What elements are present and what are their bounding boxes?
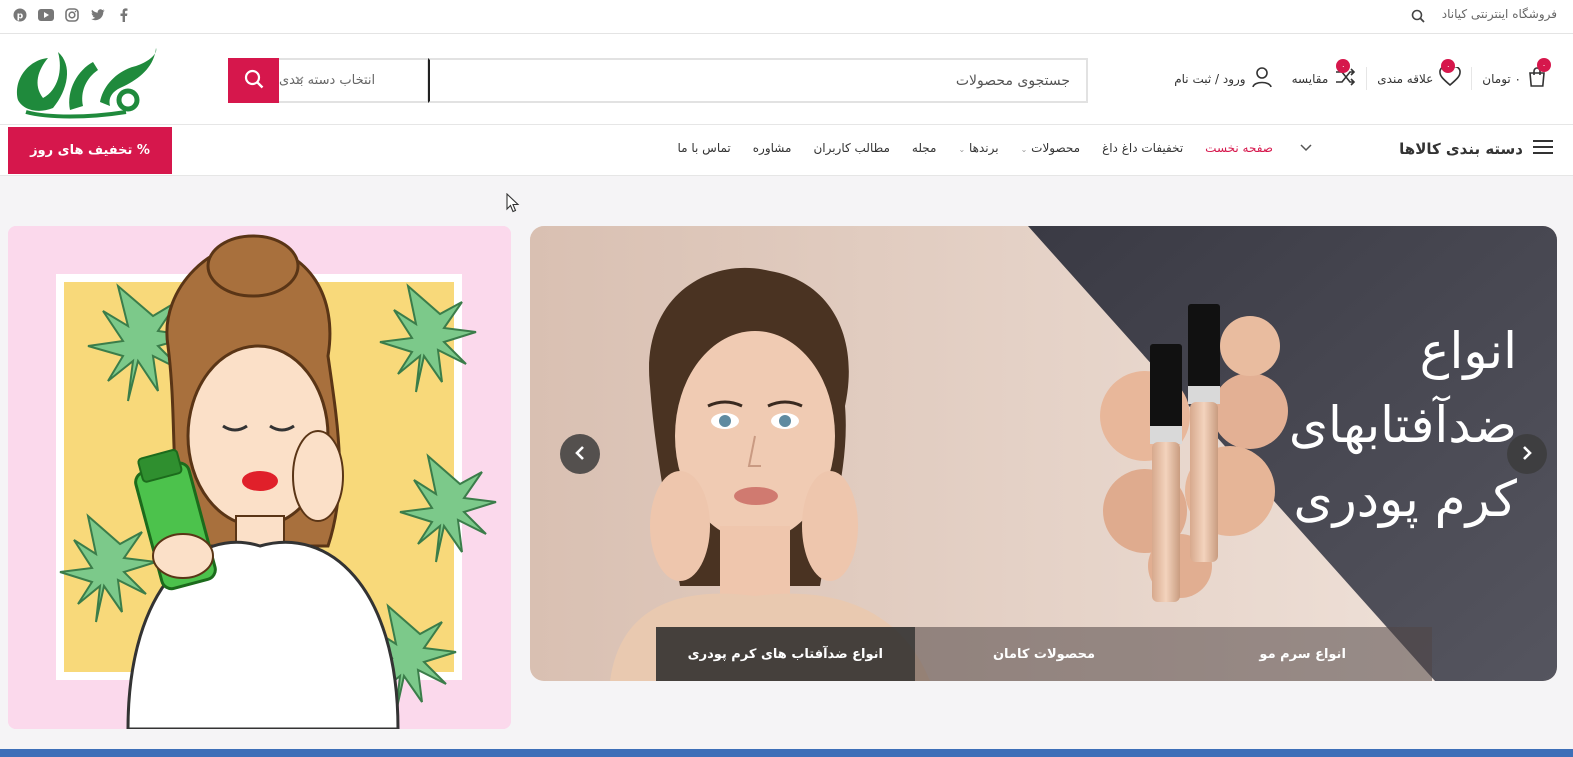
slide-title: انواع ضدآفتابهای کرم پودری — [1287, 314, 1517, 536]
nav-item-consulting[interactable]: مشاوره — [753, 141, 792, 155]
cart-total: ۰ تومان — [1482, 71, 1521, 86]
nav-item-brands-label: برندها — [969, 141, 999, 155]
category-select[interactable]: انتخاب دسته بندی — [279, 58, 428, 103]
chevron-down-icon[interactable] — [1300, 141, 1312, 155]
hamburger-icon — [1533, 139, 1553, 159]
header-actions: ۰ ۰ تومان ۰ علاقه مندی ۰ مقایسه ورود / ث… — [1164, 58, 1557, 91]
user-icon — [1251, 66, 1272, 91]
mouse-cursor-icon — [506, 192, 520, 217]
svg-text:p: p — [17, 12, 24, 22]
compare-icon: ۰ — [1334, 59, 1356, 90]
slider-tab-kaman-products[interactable]: محصولات کامان — [914, 627, 1174, 681]
pinterest-icon[interactable]: p — [12, 7, 28, 23]
chevron-left-icon — [575, 444, 585, 465]
youtube-icon[interactable] — [38, 7, 54, 23]
chevron-down-icon: ⌄ — [958, 145, 966, 154]
hero-slider[interactable]: انواع ضدآفتابهای کرم پودری انواع سرم مو … — [530, 226, 1557, 681]
heart-icon: ۰ — [1439, 59, 1462, 90]
wishlist-button[interactable]: ۰ علاقه مندی — [1367, 59, 1473, 90]
site-logo[interactable] — [8, 40, 158, 120]
slide-title-line-3: کرم پودری — [1293, 470, 1517, 528]
main-nav: دسته بندی کالاها صفحه نخست تخفیفات داغ د… — [0, 125, 1573, 176]
categories-menu-button[interactable]: دسته بندی کالاها — [1399, 139, 1553, 159]
nav-menu: صفحه نخست تخفیفات داغ داغ محصولات ⌄ برند… — [677, 141, 1273, 155]
slide-title-line-1: انواع — [1419, 322, 1517, 380]
side-promo-banner[interactable] — [8, 226, 511, 729]
top-search-icon[interactable] — [1411, 8, 1425, 27]
taskbar-strip — [0, 749, 1573, 757]
chevron-down-icon — [295, 74, 304, 85]
daily-deals-button[interactable]: % تخفیف های روز — [8, 127, 172, 174]
nav-item-contact[interactable]: تماس با ما — [677, 141, 730, 155]
top-bar: p فروشگاه اینترنتی کیاناد — [0, 0, 1573, 34]
slider-tabs: انواع سرم مو محصولات کامان انواع ضدآفتاب… — [655, 627, 1432, 681]
chevron-down-icon: ⌄ — [1020, 145, 1028, 154]
slider-tab-hair-serum[interactable]: انواع سرم مو — [1173, 627, 1432, 681]
nav-item-brands[interactable]: برندها ⌄ — [958, 141, 998, 155]
search-input[interactable] — [428, 58, 1088, 103]
compare-label: مقایسه — [1291, 71, 1329, 86]
nav-item-magazine[interactable]: مجله — [912, 141, 937, 155]
login-label: ورود / ثبت نام — [1174, 71, 1246, 86]
instagram-icon[interactable] — [64, 7, 80, 23]
cart-button[interactable]: ۰ ۰ تومان — [1472, 58, 1557, 91]
slider-next-button[interactable] — [1507, 434, 1547, 474]
nav-item-products-label: محصولات — [1031, 141, 1081, 155]
nav-item-products[interactable]: محصولات ⌄ — [1021, 141, 1080, 155]
facebook-icon[interactable] — [116, 7, 132, 23]
nav-item-hot-deals[interactable]: تخفیفات داغ داغ — [1102, 141, 1183, 155]
store-name: فروشگاه اینترنتی کیاناد — [1441, 7, 1557, 21]
slide-title-line-2: ضدآفتابهای — [1288, 396, 1517, 454]
cart-icon: ۰ — [1527, 58, 1551, 91]
cart-count-badge: ۰ — [1537, 58, 1551, 72]
search-button[interactable] — [228, 58, 279, 103]
compare-button[interactable]: ۰ مقایسه — [1282, 59, 1368, 90]
slider-tab-sunscreen-foundation[interactable]: انواع ضدآفتاب های کرم پودری — [655, 627, 915, 681]
main-header: انتخاب دسته بندی ۰ ۰ تومان ۰ علاقه مندی — [0, 34, 1573, 125]
wishlist-label: علاقه مندی — [1377, 71, 1434, 86]
search-icon — [244, 69, 264, 93]
slider-prev-button[interactable] — [560, 434, 600, 474]
login-button[interactable]: ورود / ثبت نام — [1164, 66, 1281, 91]
category-select-label: انتخاب دسته بندی — [279, 73, 376, 88]
chevron-right-icon — [1522, 444, 1532, 465]
nav-item-user-posts[interactable]: مطالب کاربران — [813, 141, 889, 155]
nav-item-home[interactable]: صفحه نخست — [1205, 141, 1273, 155]
twitter-icon[interactable] — [90, 7, 106, 23]
social-links: p — [12, 7, 132, 23]
categories-label: دسته بندی کالاها — [1399, 140, 1523, 158]
